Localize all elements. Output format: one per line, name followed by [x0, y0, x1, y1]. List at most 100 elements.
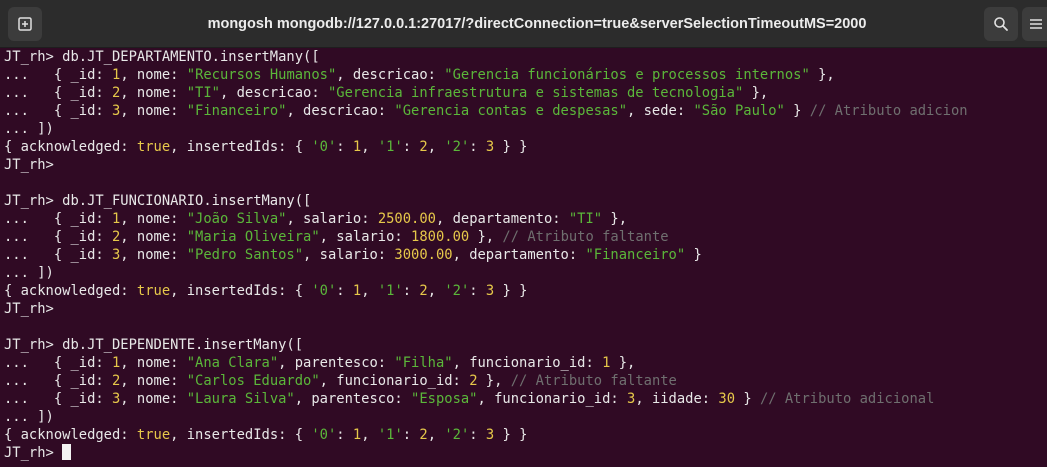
terminal-text: '1' [377, 139, 403, 155]
terminal-text: }, [602, 211, 628, 227]
terminal-text: 3000.00 [394, 247, 453, 263]
terminal-text: ... ]) [4, 409, 54, 425]
terminal-text: : [336, 427, 353, 443]
terminal-text: } [735, 391, 760, 407]
terminal-line: JT_rh> db.JT_DEPARTAMENTO.insertMany([ [4, 48, 1047, 66]
search-button[interactable] [984, 7, 1018, 41]
terminal-text: JT_rh> db.JT_DEPARTAMENTO.insertMany([ [4, 49, 320, 65]
hamburger-menu-icon [1029, 19, 1042, 29]
terminal-text: , nome: [120, 85, 187, 101]
menu-button[interactable] [1022, 7, 1047, 41]
terminal-line: ... { _id: 2, nome: "TI", descricao: "Ge… [4, 84, 1047, 102]
terminal-text: 1800.00 [411, 229, 470, 245]
terminal-text: : [95, 67, 112, 83]
terminal-line: JT_rh> [4, 156, 1047, 174]
terminal-text: ... { [4, 67, 71, 83]
terminal-line: ... ]) [4, 408, 1047, 426]
terminal-text: 2 [419, 139, 428, 155]
terminal-text: , nome: [120, 211, 187, 227]
terminal-text: , salario: [319, 229, 412, 245]
terminal-text: '1' [377, 283, 403, 299]
terminal-text: } } [494, 283, 528, 299]
terminal-text: , parentesco: [294, 391, 412, 407]
terminal-text: , [361, 427, 378, 443]
terminal-text: , insertedIds: { [170, 139, 312, 155]
terminal-text: '2' [444, 139, 470, 155]
terminal-text: JT_rh> db.JT_DEPENDENTE.insertMany([ [4, 337, 304, 353]
terminal-text: "Ana Clara" [186, 355, 279, 371]
terminal-text: , iidade: [635, 391, 719, 407]
terminal-text: ... { _id: [4, 85, 112, 101]
terminal-text: JT_rh> [4, 445, 63, 461]
terminal-text: : [469, 139, 486, 155]
window-title: mongosh mongodb://127.0.0.1:27017/?direc… [207, 16, 867, 32]
terminal-text: "Laura Silva" [186, 391, 295, 407]
terminal-text: , insertedIds: { [170, 283, 312, 299]
terminal-text: true [136, 427, 171, 443]
terminal-text: 1 [352, 427, 362, 443]
terminal-text: "São Paulo" [693, 103, 785, 119]
terminal-text: '0' [311, 427, 337, 443]
terminal-text: : [336, 283, 353, 299]
terminal-text: } [685, 247, 702, 263]
terminal-line: JT_rh> db.JT_FUNCIONARIO.insertMany([ [4, 192, 1047, 210]
terminal-text: "Gerencia infraestrutura e sistemas de t… [327, 85, 744, 101]
terminal-text: , nome: [120, 247, 187, 263]
terminal-text: "Pedro Santos" [186, 247, 304, 263]
terminal-text: 3 [485, 427, 495, 443]
terminal-text: , nome: [120, 103, 187, 119]
terminal-text: , funcionario_id: [319, 373, 470, 389]
terminal-text: // Atributo adicion [809, 103, 968, 119]
terminal-line: ... ]) [4, 264, 1047, 282]
terminal-text: ... { _id: [4, 391, 112, 407]
terminal-text: , [427, 283, 445, 299]
terminal-text: 2 [469, 373, 478, 389]
terminal-text: , salario: [286, 211, 378, 227]
terminal-text: "Financeiro" [186, 103, 287, 119]
terminal-text: "TI" [186, 85, 220, 101]
terminal-text: JT_rh> [4, 157, 54, 173]
terminal-text: true [136, 139, 171, 155]
terminal-text: , nome: [120, 67, 187, 83]
search-icon [994, 17, 1008, 31]
terminal-line: { acknowledged: true, insertedIds: { '0'… [4, 282, 1047, 300]
terminal-text: '1' [377, 427, 403, 443]
terminal-text: ... { _id: [4, 103, 112, 119]
terminal-text: "Maria Oliveira" [186, 229, 320, 245]
terminal-line: ... { _id: 1, nome: "João Silva", salari… [4, 210, 1047, 228]
terminal-text: ... ]) [4, 265, 54, 281]
terminal-line: ... { _id: 1, nome: "Ana Clara", parente… [4, 354, 1047, 372]
terminal-text: 1 [352, 283, 362, 299]
terminal-line: { acknowledged: true, insertedIds: { '0'… [4, 138, 1047, 156]
terminal-text: ... { _id: [4, 211, 112, 227]
terminal-text: , nome: [120, 373, 187, 389]
terminal-text: , departamento: [435, 211, 569, 227]
terminal-text: "Gerencia funcionários e processos inter… [444, 67, 810, 83]
terminal-text: } } [494, 139, 528, 155]
terminal-text: ... { _id: [4, 373, 112, 389]
terminal-text: : [469, 283, 486, 299]
terminal-text: '0' [311, 283, 337, 299]
terminal-text: , [361, 283, 378, 299]
terminal-output[interactable]: JT_rh> db.JT_DEPARTAMENTO.insertMany([..… [0, 48, 1047, 467]
terminal-line: JT_rh> [4, 300, 1047, 318]
terminal-line: ... { _id: 2, nome: "Maria Oliveira", sa… [4, 228, 1047, 246]
terminal-text: , parentesco: [278, 355, 395, 371]
terminal-line: JT_rh> db.JT_DEPENDENTE.insertMany([ [4, 336, 1047, 354]
terminal-text: 1 [352, 139, 362, 155]
terminal-line: ... { _id: 2 , nome: "Carlos Eduardo", fu… [4, 372, 1047, 390]
terminal-text: , insertedIds: { [170, 427, 312, 443]
terminal-text: } } [494, 427, 528, 443]
terminal-text: , nome: [120, 355, 187, 371]
terminal-text: { acknowledged: [4, 427, 137, 443]
terminal-text: "Carlos Eduardo" [186, 373, 320, 389]
terminal-text: '2' [444, 427, 470, 443]
terminal-text: : [402, 427, 420, 443]
terminal-text: } [784, 103, 810, 119]
terminal-text: }, [809, 67, 835, 83]
terminal-text: 2500.00 [377, 211, 436, 227]
terminal-text: , [427, 427, 445, 443]
terminal-text: 2 [419, 427, 428, 443]
terminal-text: '2' [444, 283, 470, 299]
